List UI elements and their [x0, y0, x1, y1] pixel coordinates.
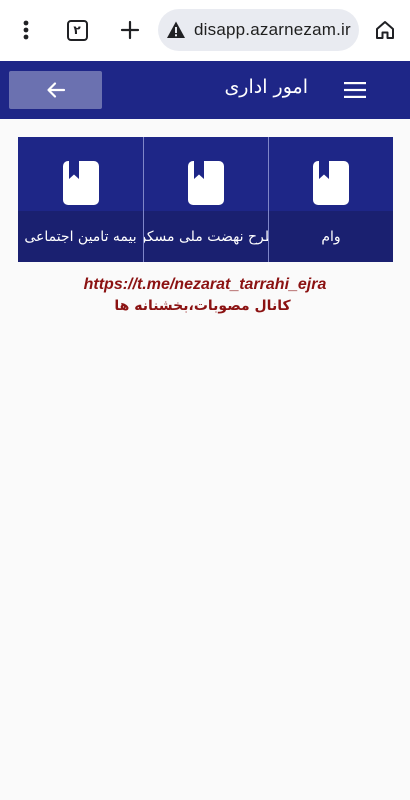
bookmark-book-icon [188, 161, 224, 205]
browser-toolbar: ۲ disapp.azarnezam.ir [0, 0, 410, 61]
more-vert-icon[interactable] [6, 10, 46, 50]
tile-label: طرح نهضت ملی مسکن [144, 228, 268, 245]
watermark-link: https://t.me/nezarat_tarrahi_ejra [83, 276, 327, 293]
url-text: disapp.azarnezam.ir [194, 20, 351, 39]
menu-tiles: وام طرح نهضت ملی مسکن بیمه تامین اجتماعی [17, 137, 393, 262]
arrow-left-icon [46, 82, 65, 98]
back-button[interactable] [9, 71, 102, 109]
bookmark-book-icon [62, 161, 99, 205]
page-title: امور اداری [224, 76, 308, 98]
address-bar[interactable]: disapp.azarnezam.ir [158, 9, 359, 51]
tile-loan[interactable]: وام [268, 137, 393, 262]
tile-label: بیمه تامین اجتماعی [24, 228, 137, 245]
telegram-watermark: https://t.me/nezarat_tarrahi_ejra کانال … [0, 274, 410, 316]
watermark-caption: کانال مصوبات،بخشنانه ها [114, 298, 291, 314]
tile-label: وام [321, 228, 341, 245]
tile-social-insurance[interactable]: بیمه تامین اجتماعی [18, 137, 143, 262]
tab-switcher-button[interactable]: ۲ [57, 10, 97, 50]
tab-count: ۲ [66, 19, 88, 41]
tile-national-housing[interactable]: طرح نهضت ملی مسکن [143, 137, 268, 262]
home-icon[interactable] [365, 10, 405, 50]
hamburger-icon[interactable] [340, 75, 370, 105]
warning-icon[interactable] [166, 20, 186, 40]
app-header: امور اداری [0, 61, 410, 119]
plus-icon[interactable] [110, 10, 150, 50]
bookmark-book-icon [313, 161, 349, 205]
